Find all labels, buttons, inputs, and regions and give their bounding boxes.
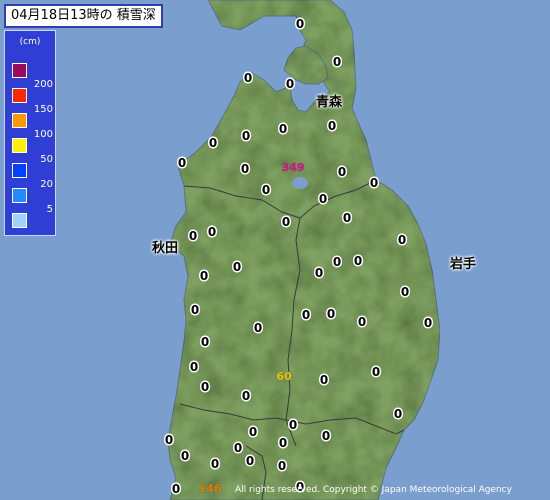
station-value-zero: 0 xyxy=(343,211,351,225)
station-value-zero: 0 xyxy=(190,360,198,374)
legend-swatch-1 xyxy=(12,88,27,103)
station-value-zero: 0 xyxy=(209,136,217,150)
legend-swatch-5 xyxy=(12,188,27,203)
station-value-zero: 0 xyxy=(278,459,286,473)
prefecture-label-akita: 秋田 xyxy=(152,241,179,256)
station-value-zero: 0 xyxy=(201,335,209,349)
station-value-zero: 0 xyxy=(320,373,328,387)
station-value-zero: 0 xyxy=(354,254,362,268)
station-value-zero: 0 xyxy=(172,482,180,496)
station-value-zero: 0 xyxy=(279,436,287,450)
station-value-zero: 0 xyxy=(282,215,290,229)
station-value-zero: 0 xyxy=(372,365,380,379)
station-value-zero: 0 xyxy=(200,269,208,283)
copyright-text: All rights reserved. Copyright © Japan M… xyxy=(235,485,512,495)
station-value-zero: 0 xyxy=(319,192,327,206)
station-value-zero: 0 xyxy=(254,321,262,335)
legend-unit: (cm) xyxy=(19,37,41,47)
legend-label-6: 5 xyxy=(46,204,53,215)
station-value-zero: 0 xyxy=(189,229,197,243)
station-value-zero: 0 xyxy=(328,119,336,133)
snow-depth-map: 000 00 0 000 0 00000000 00 000000 0 00 0000 000000 0… xyxy=(0,0,550,500)
station-value-zero: 0 xyxy=(208,225,216,239)
station-value-zero: 0 xyxy=(296,17,304,31)
station-value-zero: 0 xyxy=(246,454,254,468)
station-value-zero: 0 xyxy=(333,55,341,69)
station-value-zero: 0 xyxy=(398,233,406,247)
station-value-349: 349 xyxy=(282,161,305,174)
station-value-zero: 0 xyxy=(262,183,270,197)
legend-swatch-2 xyxy=(12,113,27,128)
prefecture-label-iwate: 岩手 xyxy=(450,257,477,272)
station-value-zero: 0 xyxy=(233,260,241,274)
legend-label-4: 50 xyxy=(40,154,53,165)
station-value-zero: 0 xyxy=(242,129,250,143)
legend-label-5: 20 xyxy=(40,179,53,190)
station-value-zero: 0 xyxy=(279,122,287,136)
lake-towada xyxy=(292,177,308,189)
map-title: 04月18日13時の 積雪深 xyxy=(4,4,163,28)
legend-swatch-4 xyxy=(12,163,27,178)
legend-swatch-6 xyxy=(12,213,27,228)
station-value-zero: 0 xyxy=(302,308,310,322)
station-value-zero: 0 xyxy=(424,316,432,330)
station-value-zero: 0 xyxy=(201,380,209,394)
legend-label-3: 100 xyxy=(33,129,53,140)
snow-depth-legend: (cm) 200 150 100 50 20 5 xyxy=(4,30,56,236)
legend-swatch-3 xyxy=(12,138,27,153)
station-value-zero: 0 xyxy=(289,418,297,432)
legend-swatch-0 xyxy=(12,63,27,78)
station-value-146: 146 xyxy=(199,482,222,495)
legend-label-2: 150 xyxy=(33,104,53,115)
station-value-zero: 0 xyxy=(234,441,242,455)
station-value-zero: 0 xyxy=(191,303,199,317)
station-value-zero: 0 xyxy=(327,307,335,321)
station-value-zero: 0 xyxy=(249,425,257,439)
station-value-zero: 0 xyxy=(244,71,252,85)
station-value-zero: 0 xyxy=(322,429,330,443)
station-value-zero: 0 xyxy=(178,156,186,170)
station-value-zero: 0 xyxy=(241,162,249,176)
station-value-zero: 0 xyxy=(165,433,173,447)
station-value-zero: 0 xyxy=(286,77,294,91)
station-value-zero: 0 xyxy=(181,449,189,463)
station-value-zero: 0 xyxy=(338,165,346,179)
station-value-zero: 0 xyxy=(242,389,250,403)
station-value-zero: 0 xyxy=(358,315,366,329)
legend-label-1: 200 xyxy=(33,79,53,90)
station-value-60: 60 xyxy=(276,370,292,383)
station-value-zero: 0 xyxy=(315,266,323,280)
station-value-zero: 0 xyxy=(370,176,378,190)
station-value-zero: 0 xyxy=(211,457,219,471)
prefecture-label-aomori: 青森 xyxy=(316,95,343,110)
station-value-zero: 0 xyxy=(333,255,341,269)
station-value-zero: 0 xyxy=(401,285,409,299)
station-value-zero: 0 xyxy=(394,407,402,421)
